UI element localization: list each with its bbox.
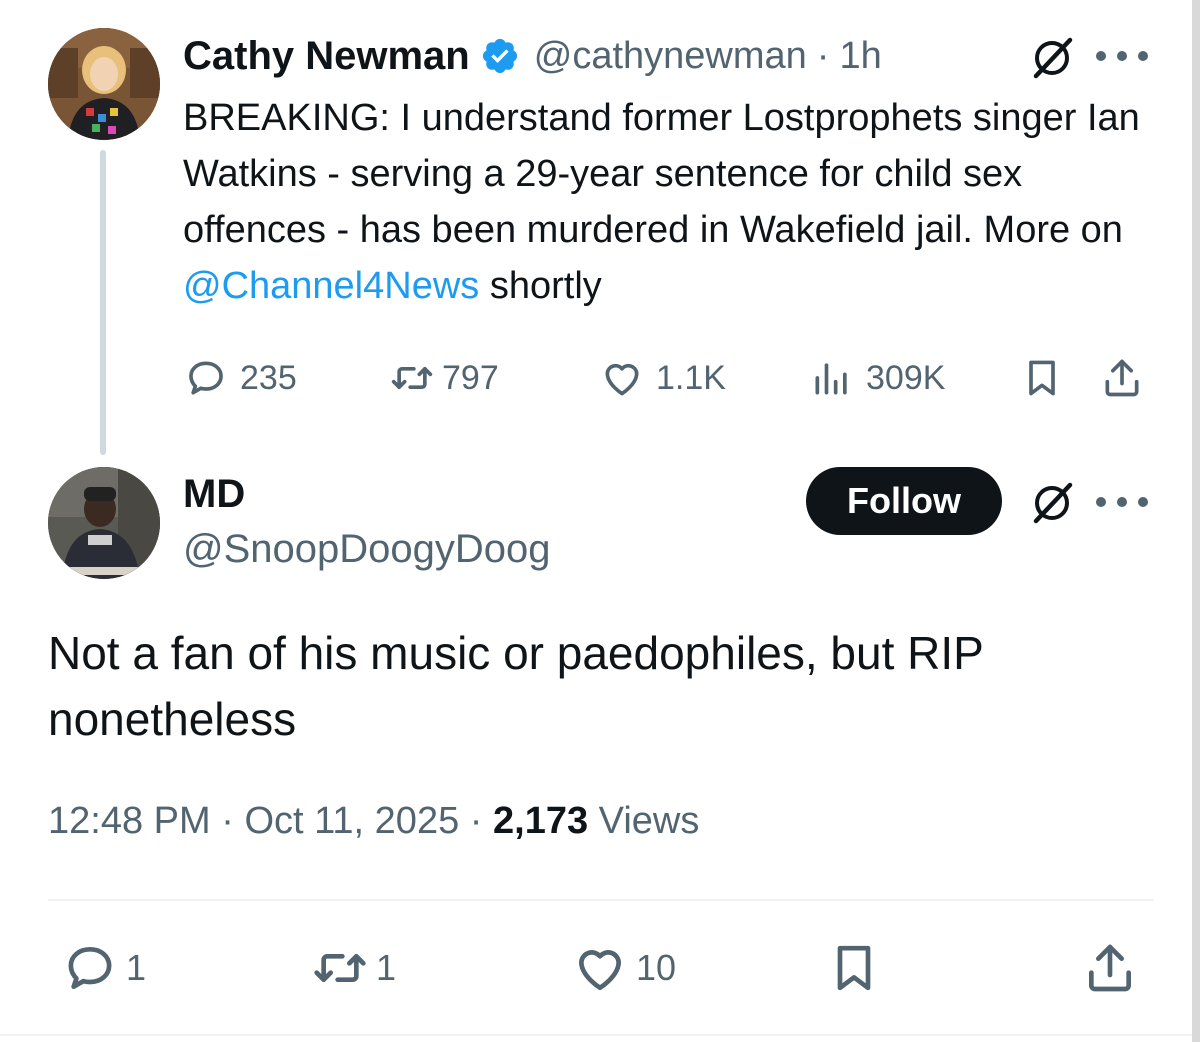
parent-tweet-body-end: shortly: [479, 265, 602, 307]
share-icon: [1105, 359, 1139, 397]
parent-tweet-text: BREAKING: I understand former Lostprophe…: [183, 90, 1143, 314]
views-label: Views: [598, 800, 700, 842]
parent-author-name[interactable]: Cathy Newman: [183, 34, 470, 79]
meta-separator: ·: [221, 800, 234, 842]
grok-icon[interactable]: [1028, 479, 1076, 527]
repost-icon: [314, 954, 366, 982]
tweet-date[interactable]: Oct 11, 2025: [244, 800, 459, 842]
views-count: 309K: [866, 358, 946, 397]
reply-button[interactable]: 235: [184, 350, 297, 406]
main-tweet-actions: 1 1 10: [0, 936, 1200, 1000]
mention-link[interactable]: @Channel4News: [183, 265, 479, 307]
share-icon: [1089, 944, 1131, 992]
heart-icon: [605, 363, 639, 396]
grok-icon[interactable]: [1028, 34, 1076, 82]
main-tweet-text: Not a fan of his music or paedophiles, b…: [48, 627, 984, 745]
like-button[interactable]: 10: [572, 936, 676, 1000]
parent-tweet-actions: 235 797 1.1K 309K: [0, 350, 1200, 406]
reply-count: 235: [240, 358, 297, 397]
share-button[interactable]: [1100, 350, 1144, 406]
tweet-time[interactable]: 12:48 PM: [48, 800, 211, 842]
bookmark-button[interactable]: [826, 936, 882, 1000]
repost-button[interactable]: 1: [312, 936, 396, 1000]
parent-tweet-header: Cathy Newman @cathynewman · 1h: [183, 28, 882, 84]
views-button[interactable]: 309K: [810, 350, 945, 406]
views-count: 2,173: [493, 800, 589, 842]
verified-badge-icon: [480, 36, 520, 76]
bookmark-button[interactable]: [1020, 350, 1064, 406]
repost-icon: [391, 367, 433, 389]
thread-connector-line: [100, 150, 106, 455]
share-button[interactable]: [1082, 936, 1138, 1000]
reply-count: 1: [126, 947, 147, 988]
heart-icon: [579, 950, 621, 991]
more-options-icon[interactable]: [1096, 492, 1148, 512]
avatar-cathy-newman[interactable]: [48, 28, 160, 140]
scrollbar-edge: [1192, 0, 1200, 1042]
like-count: 1.1K: [656, 358, 726, 397]
reply-icon: [68, 947, 112, 989]
reply-icon: [189, 361, 223, 395]
time-separator: ·: [816, 34, 830, 77]
follow-button[interactable]: Follow: [806, 467, 1002, 535]
avatar-md[interactable]: [48, 467, 160, 579]
more-options-icon[interactable]: [1096, 46, 1148, 66]
bookmark-icon: [837, 945, 871, 991]
parent-tweet-time[interactable]: 1h: [839, 35, 881, 78]
parent-author-handle[interactable]: @cathynewman: [534, 35, 807, 78]
bottom-divider: [0, 1034, 1192, 1036]
main-tweet-meta: 12:48 PM · Oct 11, 2025 · 2,173 Views: [48, 800, 699, 843]
main-author-name[interactable]: MD: [183, 472, 245, 517]
main-author-handle[interactable]: @SnoopDoogyDoog: [183, 527, 551, 572]
views-icon: [815, 363, 847, 395]
divider: [48, 899, 1154, 901]
parent-tweet-body: BREAKING: I understand former Lostprophe…: [183, 97, 1140, 251]
like-button[interactable]: 1.1K: [600, 350, 726, 406]
reply-button[interactable]: 1: [62, 936, 146, 1000]
repost-count: 797: [442, 358, 499, 397]
meta-separator: ·: [469, 800, 483, 842]
repost-button[interactable]: 797: [390, 350, 499, 406]
like-count: 10: [636, 947, 677, 988]
bookmark-icon: [1029, 360, 1055, 396]
repost-count: 1: [376, 947, 397, 988]
